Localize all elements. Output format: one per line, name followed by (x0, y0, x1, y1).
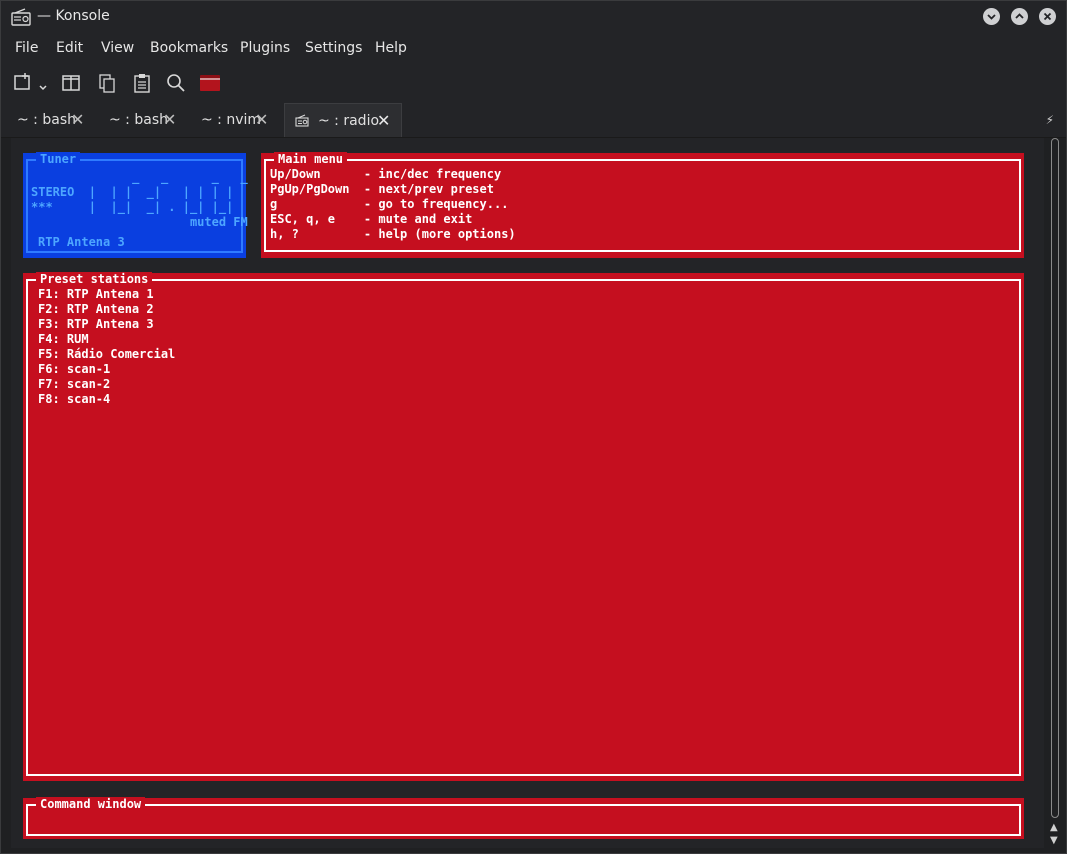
paste-icon[interactable] (131, 72, 153, 94)
preset-item[interactable]: F1: RTP Antena 1 (38, 287, 175, 302)
close-tab-icon[interactable]: ✕ (163, 110, 176, 129)
close-icon (1043, 12, 1052, 21)
menu-line: h, ? - help (more options) (270, 227, 516, 241)
tuner-line: *** | |_| _| . |_| |_| (31, 200, 234, 214)
folder-icon[interactable] (199, 72, 221, 94)
tuner-line: muted FM (31, 215, 248, 229)
radio-icon (295, 114, 309, 127)
main-menu-frame: Main menu Up/Down - inc/dec frequency PgU… (264, 152, 1021, 252)
close-tab-icon[interactable]: ✕ (255, 110, 268, 129)
preset-item[interactable]: F3: RTP Antena 3 (38, 317, 175, 332)
chevron-up-icon (1015, 13, 1024, 19)
preset-item[interactable]: F2: RTP Antena 2 (38, 302, 175, 317)
menu-bar: File Edit View Bookmarks Plugins Setting… (1, 33, 1066, 63)
close-tab-icon[interactable]: ✕ (71, 110, 84, 129)
vertical-scrollbar[interactable]: ▲ ▼ (1048, 138, 1062, 850)
radio-app-icon (11, 8, 31, 26)
tuner-title: Tuner (36, 152, 81, 167)
close-tab-icon[interactable]: ✕ (377, 111, 390, 130)
menu-settings[interactable]: Settings (305, 40, 362, 56)
window-title: — Konsole (37, 8, 110, 24)
maximize-button[interactable] (1011, 8, 1028, 25)
chevron-down-icon (987, 14, 996, 20)
preset-item[interactable]: F5: Rádio Comercial (38, 347, 175, 362)
close-window-button[interactable] (1039, 8, 1056, 25)
tuner-line: STEREO | | | _| | | | | (31, 185, 234, 199)
title-bar[interactable]: — Konsole (1, 1, 1066, 33)
tab-nvim[interactable]: ~ : nvim ✕ (189, 103, 281, 137)
menu-line: ESC, q, e - mute and exit (270, 212, 473, 226)
minimize-button[interactable] (983, 8, 1000, 25)
new-tab-icon[interactable] (13, 72, 49, 94)
main-menu-title: Main menu (274, 152, 348, 167)
menu-line: PgUp/PgDown - next/prev preset (270, 182, 494, 196)
toolbar (1, 63, 1066, 103)
menu-line: Up/Down - inc/dec frequency (270, 167, 502, 181)
menu-view[interactable]: View (101, 40, 134, 56)
search-icon[interactable] (165, 72, 187, 94)
tab-label: ~ : nvim (201, 112, 262, 128)
frequency-display: _ _ _ _ STEREO | | | _| | | | | *** | |_| … (31, 170, 248, 230)
tuner-line: _ _ _ _ (31, 170, 248, 184)
tab-radio[interactable]: ~ : radio ✕ (284, 103, 402, 137)
scroll-up-icon[interactable]: ▲ (1050, 822, 1058, 833)
tab-label: ~ : bash (17, 112, 76, 128)
konsole-window: — Konsole File Edit View Bookmarks Plugi… (0, 0, 1067, 854)
tab-label: ~ : bash (109, 112, 168, 128)
split-view-icon[interactable] (60, 72, 82, 94)
presets-frame: Preset stations F1: RTP Antena 1 F2: RTP … (26, 272, 1021, 776)
main-menu-panel: Main menu Up/Down - inc/dec frequency PgU… (261, 152, 1024, 258)
presets-title: Preset stations (36, 272, 153, 287)
command-window-panel[interactable]: Command window (23, 797, 1024, 839)
preset-list: F1: RTP Antena 1 F2: RTP Antena 2 F3: RTP … (38, 287, 175, 407)
station-name: RTP Antena 3 (38, 235, 125, 249)
menu-edit[interactable]: Edit (56, 40, 83, 56)
main-menu-list: Up/Down - inc/dec frequency PgUp/PgDown -… (270, 167, 516, 242)
pin-icon[interactable]: ⚡ (1046, 113, 1054, 127)
tab-label: ~ : radio (318, 113, 380, 129)
copy-icon[interactable] (96, 72, 118, 94)
preset-item[interactable]: F4: RUM (38, 332, 175, 347)
tuner-panel: Tuner _ _ _ _ STEREO | | | _| | | | | *** … (23, 152, 248, 258)
preset-item[interactable]: F7: scan-2 (38, 377, 175, 392)
menu-line: g - go to frequency... (270, 197, 509, 211)
preset-item[interactable]: F6: scan-1 (38, 362, 175, 377)
preset-item[interactable]: F8: scan-4 (38, 392, 175, 407)
menu-file[interactable]: File (15, 40, 38, 56)
menu-help[interactable]: Help (375, 40, 407, 56)
command-window-title: Command window (36, 797, 146, 812)
tab-bar: ~ : bash ✕ ~ : bash ✕ ~ : nvim ✕ ~ : rad… (1, 103, 1066, 138)
menu-plugins[interactable]: Plugins (240, 40, 290, 56)
tab-bash-2[interactable]: ~ : bash ✕ (97, 103, 189, 137)
terminal-view[interactable]: Tuner _ _ _ _ STEREO | | | _| | | | | *** … (11, 138, 1044, 848)
scrollbar-track[interactable] (1051, 138, 1059, 818)
scroll-down-icon[interactable]: ▼ (1050, 835, 1058, 846)
command-frame: Command window (26, 797, 1021, 836)
menu-bookmarks[interactable]: Bookmarks (150, 40, 228, 56)
tab-bash-1[interactable]: ~ : bash ✕ (5, 103, 97, 137)
tuner-frame: Tuner _ _ _ _ STEREO | | | _| | | | | *** … (26, 152, 248, 253)
preset-stations-panel: Preset stations F1: RTP Antena 1 F2: RTP … (23, 272, 1024, 781)
